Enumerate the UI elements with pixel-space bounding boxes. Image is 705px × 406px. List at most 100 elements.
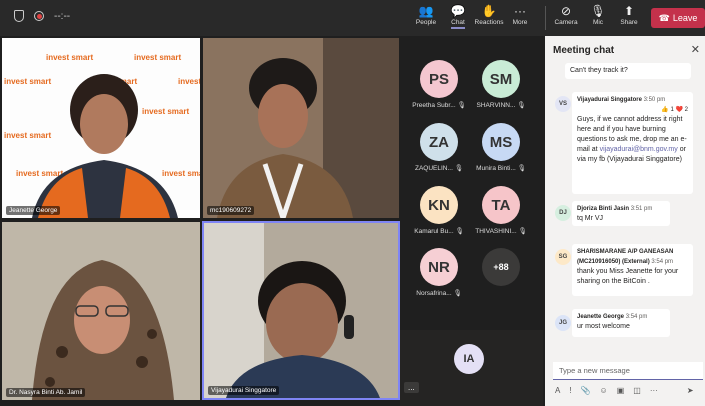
- camera-off-icon: ⊘: [560, 4, 572, 18]
- mic-off-icon: 🎙: [455, 228, 464, 235]
- participant-name: Jeanette George: [6, 206, 61, 215]
- participant-name: Preetha Subr... 🎙: [412, 102, 466, 109]
- nasyra-video: [2, 222, 200, 400]
- video-tile-nasyra[interactable]: Dr. Nasyra Binti Ab. Jamil: [2, 222, 200, 400]
- chat-message: Djoriza Binti Jasin 3:51 pm tq Mr VJ: [572, 201, 670, 226]
- chat-message: Vijayadurai Singgatore 3:50 pm 👍 1 ❤️ 2 …: [572, 92, 693, 194]
- close-icon[interactable]: ✕: [691, 43, 700, 56]
- chat-title: Meeting chat: [553, 45, 615, 56]
- avatar: SM: [482, 60, 520, 98]
- gif-icon[interactable]: ▣: [617, 386, 625, 395]
- avatar: SG: [555, 249, 571, 265]
- logo-text: invest smart: [178, 77, 200, 86]
- logo-text: invest smart: [16, 169, 63, 178]
- format-icon[interactable]: A: [555, 386, 560, 395]
- avatar: MS: [482, 123, 520, 161]
- video-tile-vijayadurai[interactable]: Vijayadurai Singgatore: [202, 221, 400, 400]
- avatar: IA: [454, 344, 484, 374]
- participant-name: Kamarul Bu... 🎙: [414, 228, 464, 235]
- avatar: NR: [420, 248, 458, 286]
- phone-icon: ☎: [658, 12, 670, 23]
- avatar: DJ: [555, 205, 571, 221]
- avatar: VS: [555, 96, 571, 112]
- avatar: KN: [420, 186, 458, 224]
- participant-card[interactable]: NR Norsafrina... 🎙: [406, 248, 472, 297]
- more-icon: ···: [514, 4, 526, 18]
- self-view-more-button[interactable]: ...: [404, 382, 419, 393]
- compose-toolbar: A ! 📎 ☺ ▣ ◫ ··· ➤: [555, 386, 694, 395]
- participant-name: mc190609272: [207, 206, 255, 215]
- mc190609272-video: [203, 38, 399, 218]
- avatar: JG: [555, 315, 571, 331]
- meeting-toolbar: --:-- 👥 People 💬 Chat ✋ Reactions ··· More ⊘…: [0, 0, 705, 36]
- participant-card[interactable]: ZA ZAQUELIN... 🎙: [406, 123, 472, 172]
- people-button[interactable]: 👥 People: [409, 4, 443, 32]
- chat-compose-input[interactable]: Type a new message: [553, 362, 703, 380]
- overflow-participants[interactable]: +88: [468, 248, 534, 286]
- emoji-icon[interactable]: ☺: [600, 386, 608, 395]
- chat-message: SHARISMARANE A/P GANEASAN (MC210916050) …: [572, 244, 693, 296]
- mic-off-icon: 🎙: [517, 102, 526, 109]
- video-tile-mc190609272[interactable]: mc190609272: [203, 38, 399, 218]
- chat-message: Can't they track it?: [565, 63, 691, 79]
- chat-message: Jeanette George 3:54 pm ur most welcome: [572, 309, 670, 337]
- people-icon: 👥: [418, 4, 434, 18]
- exclamation-icon[interactable]: !: [569, 386, 571, 395]
- email-link[interactable]: vijayadurai@bnm.gov.my: [600, 146, 678, 153]
- participants-gallery: PS Preetha Subr... 🎙 SM SHARVINN... 🎙 ZA…: [400, 36, 543, 406]
- participant-name: Dr. Nasyra Binti Ab. Jamil: [6, 388, 86, 397]
- share-button[interactable]: ⬆ Share: [612, 4, 646, 32]
- participant-card[interactable]: PS Preetha Subr... 🎙: [406, 60, 472, 109]
- more-icon[interactable]: ···: [650, 386, 658, 395]
- jeanette-video: invest smart invest smart invest smart i…: [4, 53, 200, 218]
- participant-name: ZAQUELIN... 🎙: [414, 165, 463, 172]
- logo-text: invest smart: [46, 53, 93, 62]
- avatar: ZA: [420, 123, 458, 161]
- attach-icon[interactable]: 📎: [581, 386, 591, 395]
- more-button[interactable]: ··· More: [503, 4, 537, 32]
- leave-button[interactable]: ☎ Leave: [651, 8, 705, 28]
- mic-off-icon: 🎙: [517, 165, 526, 172]
- video-tile-jeanette[interactable]: invest smart invest smart invest smart i…: [2, 38, 200, 218]
- participant-card[interactable]: SM SHARVINN... 🎙: [468, 60, 534, 109]
- meeting-timer: --:--: [54, 10, 71, 22]
- mic-button[interactable]: 🎙 Mic: [581, 4, 615, 32]
- recording-icon: [34, 11, 44, 21]
- mic-off-icon: 🎙: [518, 228, 527, 235]
- camera-button[interactable]: ⊘ Camera: [549, 4, 583, 32]
- participant-card[interactable]: TA THIVASHINI... 🎙: [468, 186, 534, 235]
- participant-name: THIVASHINI... 🎙: [475, 228, 527, 235]
- vijayadurai-video: [204, 223, 398, 398]
- mic-off-icon: 🎙: [457, 102, 466, 109]
- mic-off-icon: 🎙: [454, 165, 463, 172]
- message-reactions[interactable]: 👍 1 ❤️ 2: [577, 105, 688, 115]
- meeting-chat-panel: Meeting chat ✕ Can't they track it? VS V…: [545, 36, 705, 406]
- mic-off-icon: 🎙: [453, 290, 462, 297]
- send-icon[interactable]: ➤: [687, 386, 694, 395]
- share-icon: ⬆: [623, 4, 635, 18]
- overflow-count: +88: [482, 248, 520, 286]
- logo-text: invest smart: [4, 77, 51, 86]
- logo-text: invest smart: [134, 53, 181, 62]
- logo-text: invest smart: [4, 131, 51, 140]
- participant-name: Vijayadurai Singgatore: [208, 386, 280, 395]
- chat-button[interactable]: 💬 Chat: [441, 4, 475, 32]
- self-view: IA ...: [400, 330, 543, 406]
- participant-name: Norsafrina... 🎙: [416, 290, 462, 297]
- participant-name: Munira Binti... 🎙: [476, 165, 526, 172]
- participant-name: SHARVINN... 🎙: [476, 102, 526, 109]
- participant-card[interactable]: KN Kamarul Bu... 🎙: [406, 186, 472, 235]
- logo-text: invest smart: [142, 107, 189, 116]
- reactions-icon: ✋: [481, 4, 497, 18]
- mic-off-icon: 🎙: [590, 4, 606, 18]
- avatar: PS: [420, 60, 458, 98]
- toolbar-divider: [545, 6, 546, 30]
- chat-icon: 💬: [450, 4, 466, 18]
- participant-card[interactable]: MS Munira Binti... 🎙: [468, 123, 534, 172]
- meeting-info: --:--: [14, 10, 70, 22]
- avatar: TA: [482, 186, 520, 224]
- shield-icon: [14, 10, 24, 22]
- reactions-button[interactable]: ✋ Reactions: [472, 4, 506, 32]
- sticker-icon[interactable]: ◫: [633, 386, 641, 395]
- logo-text: invest smart: [162, 169, 200, 178]
